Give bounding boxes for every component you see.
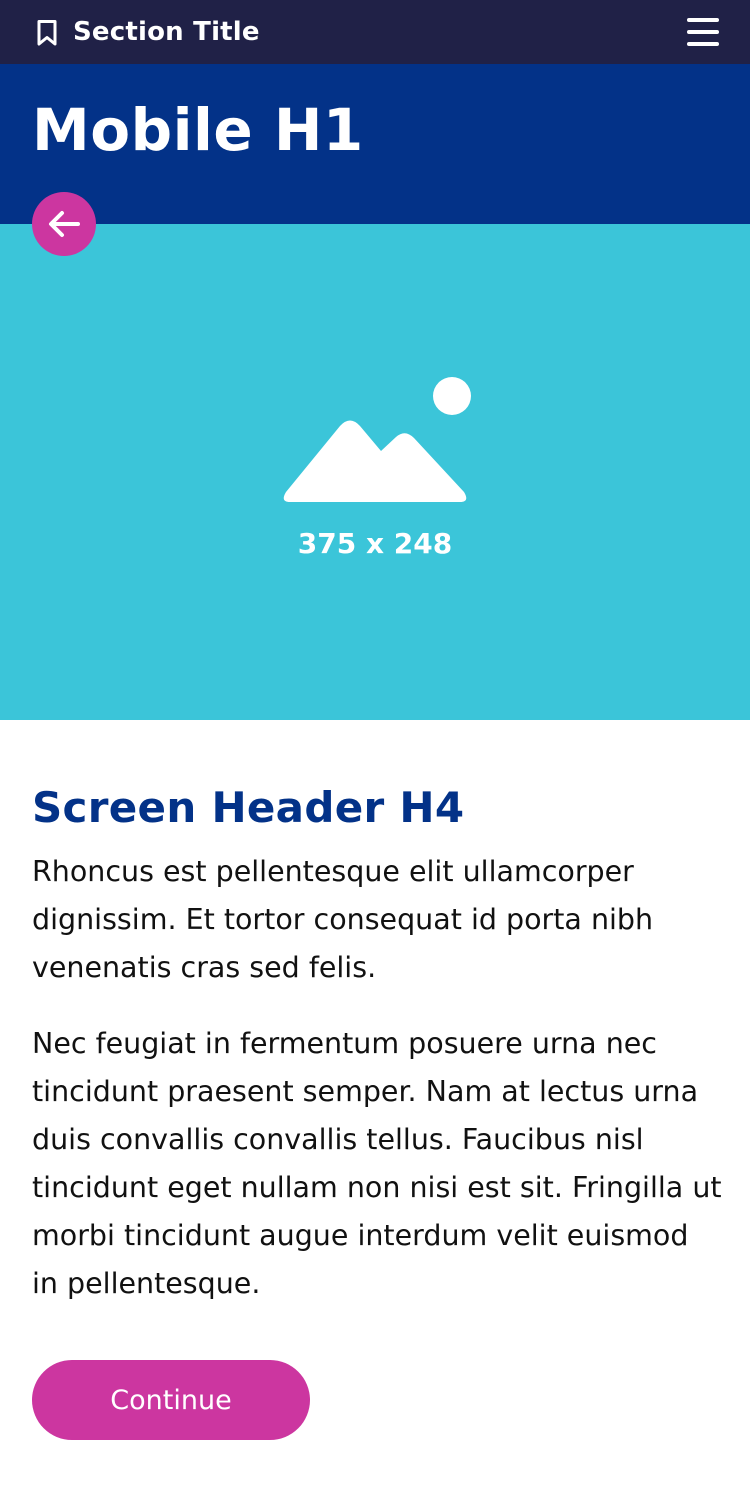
hero-title-banner: Mobile H1	[0, 64, 750, 224]
media-placeholder: 375 x 248	[0, 224, 750, 720]
hamburger-menu-icon[interactable]	[686, 16, 720, 48]
continue-button[interactable]: Continue	[32, 1360, 310, 1440]
back-button[interactable]	[32, 192, 96, 256]
screen-header: Screen Header H4	[32, 783, 465, 832]
image-dimensions-label: 375 x 248	[297, 527, 453, 560]
section-title: Section Title	[73, 17, 260, 47]
body-paragraph: Nec feugiat in fermentum posuere urna ne…	[32, 1027, 722, 1300]
body-paragraph: Rhoncus est pellentesque elit ullamcorpe…	[32, 855, 654, 984]
image-placeholder-icon	[283, 377, 471, 502]
top-app-bar: Section Title	[0, 0, 750, 64]
arrow-left-icon	[49, 211, 80, 237]
bookmark-icon[interactable]	[36, 19, 58, 47]
main-content: Screen Header H4 Rhoncus est pellentesqu…	[32, 778, 722, 1308]
page-title: Mobile H1	[32, 96, 364, 164]
